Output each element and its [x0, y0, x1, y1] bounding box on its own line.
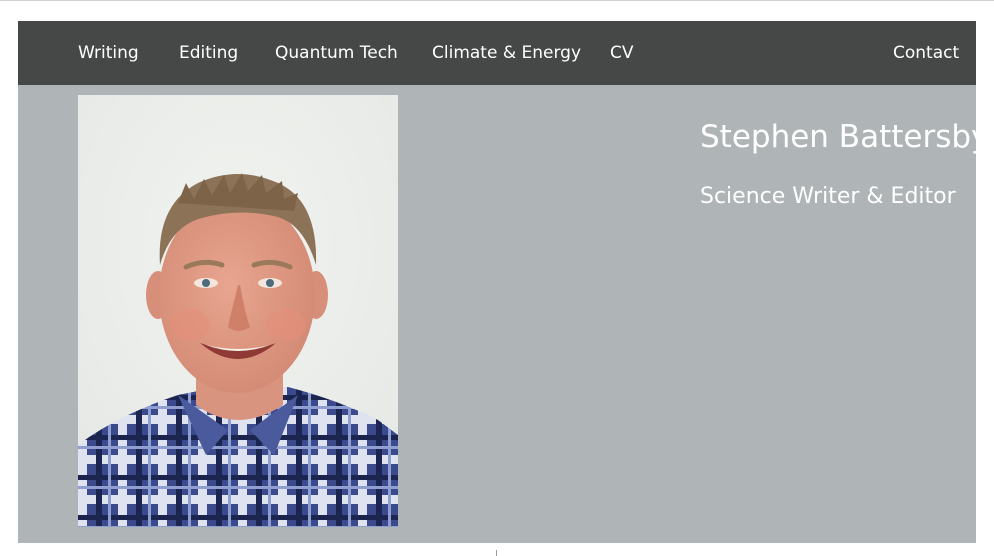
nav-cv-link[interactable]: CV [610, 21, 634, 85]
hero-role: Science Writer & Editor [700, 184, 956, 209]
hero-name: Stephen Battersby [700, 119, 990, 155]
nav-climate-energy-link[interactable]: Climate & Energy [432, 21, 581, 85]
nav-editing-link[interactable]: Editing [179, 21, 238, 85]
main-navbar: Writing Editing Quantum Tech Climate & E… [18, 21, 976, 85]
nav-quantum-tech-link[interactable]: Quantum Tech [275, 21, 398, 85]
bottom-tick-mark [496, 550, 497, 556]
top-border [0, 0, 994, 1]
nav-writing-link[interactable]: Writing [78, 21, 139, 85]
nav-contact-link[interactable]: Contact [893, 21, 959, 85]
profile-photo [78, 95, 398, 527]
site-container: Writing Editing Quantum Tech Climate & E… [18, 21, 989, 543]
